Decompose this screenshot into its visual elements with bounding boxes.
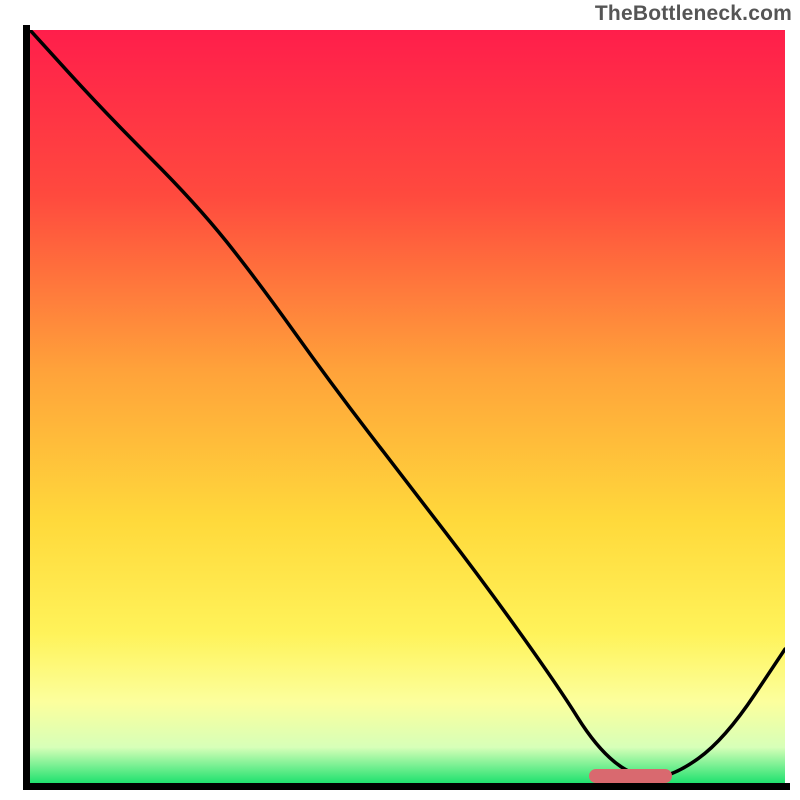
x-axis-line bbox=[25, 783, 790, 790]
optimal-range-marker bbox=[589, 769, 672, 783]
y-axis-line bbox=[23, 25, 30, 790]
watermark-text: TheBottleneck.com bbox=[595, 2, 792, 26]
curve-path bbox=[30, 30, 785, 777]
plot-area bbox=[30, 30, 785, 785]
bottleneck-chart: TheBottleneck.com bbox=[0, 0, 800, 800]
bottleneck-curve bbox=[30, 30, 785, 785]
